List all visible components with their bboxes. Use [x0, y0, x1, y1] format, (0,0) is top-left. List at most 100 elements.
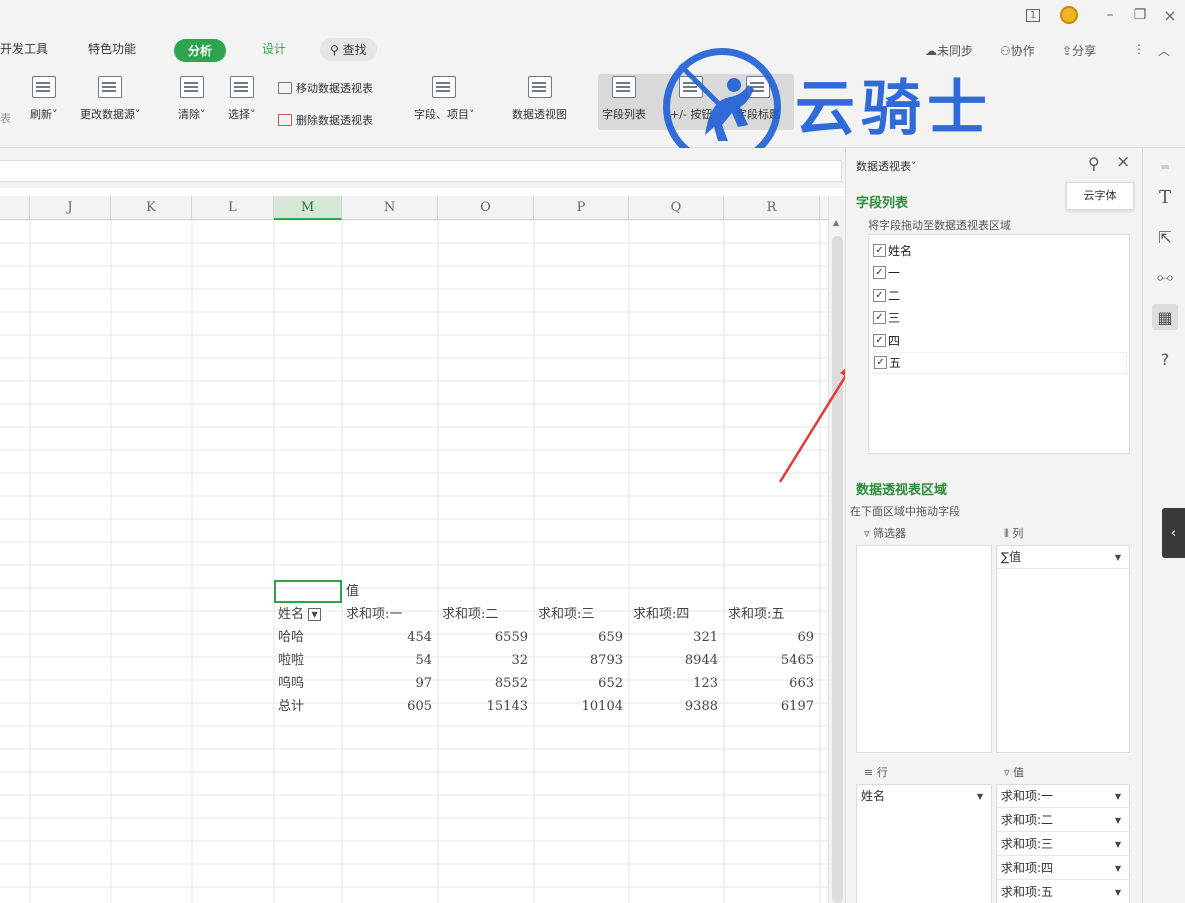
delete-pivot-button[interactable]: 删除数据透视表 [278, 112, 373, 128]
checkbox-icon[interactable]: ✓ [873, 266, 886, 279]
column-header-selected[interactable]: M [274, 196, 342, 220]
pivot-value-cell[interactable]: 652 [534, 672, 629, 695]
close-panel-icon[interactable]: × [1116, 152, 1130, 172]
tab-analyze[interactable]: 分析 [174, 39, 227, 62]
pivot-value-cell[interactable]: 8793 [534, 649, 629, 672]
tab-design[interactable]: 设计 [262, 40, 286, 57]
field-list-button[interactable]: 字段列表 [602, 76, 646, 122]
pivot-value-cell[interactable]: 6559 [438, 626, 534, 649]
pivot-value-cell[interactable]: 659 [534, 626, 629, 649]
field-item[interactable]: ✓ 姓名 [873, 239, 1127, 261]
pivot-value-cell[interactable]: 454 [342, 626, 438, 649]
column-header[interactable]: K [111, 196, 192, 220]
collaborate-button[interactable]: ⚇协作 [1000, 42, 1035, 59]
spreadsheet-grid[interactable]: J K L M N O P Q R 值 姓名 ▼ 求和项:一 求和项:二 求和项:… [0, 196, 828, 903]
cursor-icon[interactable]: ⇱ [1152, 224, 1178, 250]
row-area[interactable]: 姓名 ▼ [856, 784, 992, 903]
tab-special[interactable]: 特色功能 [88, 40, 136, 57]
pivot-header-name[interactable]: 姓名 ▼ [274, 603, 342, 626]
help-icon[interactable]: ? [1152, 346, 1178, 372]
checkbox-icon[interactable]: ✓ [874, 356, 887, 369]
field-item[interactable]: ✓ 三 [873, 307, 1127, 329]
checkbox-icon[interactable]: ✓ [873, 288, 886, 302]
pivot-value-cell[interactable]: 9388 [629, 695, 724, 718]
column-header[interactable]: P [534, 196, 629, 220]
select-button[interactable]: 选择˅ [228, 76, 256, 122]
pivot-value-cell[interactable]: 54 [342, 649, 438, 672]
pivot-row-name[interactable]: 总计 [274, 695, 342, 718]
pivot-value-cell[interactable]: 5465 [724, 649, 820, 672]
column-header-partial[interactable] [0, 196, 30, 220]
value-area[interactable]: 求和项:一 ▼ 求和项:二 ▼ 求和项:三 ▼ 求和项:四 ▼ 求和项:五 ▼ [996, 784, 1130, 903]
value-item-dropdown[interactable]: 求和项:二 ▼ [997, 809, 1129, 832]
field-item[interactable]: ✓ 一 [873, 262, 1127, 284]
field-headers-toggle[interactable]: 字段标题 [736, 76, 780, 122]
expand-buttons-toggle[interactable]: +/- 按钮 [670, 76, 712, 122]
more-icon[interactable]: ⋮ [1133, 42, 1145, 56]
pivot-row-name[interactable]: 啦啦 [274, 649, 342, 672]
restore-button[interactable]: ❐ [1130, 5, 1150, 25]
collapse-ribbon-icon[interactable]: ︿ [1158, 42, 1170, 59]
settings-sliders-icon[interactable]: ⧟ [1152, 264, 1178, 290]
active-cell[interactable] [274, 580, 342, 603]
field-item[interactable]: ✓ 二 [873, 284, 1127, 306]
scroll-up-icon[interactable]: ▲ [833, 218, 839, 227]
page-indicator-icon[interactable]: 1 [1020, 5, 1046, 25]
pivot-row-name[interactable]: 呜呜 [274, 672, 342, 695]
tab-dev-tools[interactable]: 开发工具 [0, 40, 48, 57]
close-button[interactable]: × [1160, 5, 1180, 25]
value-item-dropdown[interactable]: 求和项:一 ▼ [997, 785, 1129, 808]
pivot-value-cell[interactable]: 123 [629, 672, 724, 695]
row-item-dropdown[interactable]: 姓名 ▼ [857, 785, 991, 808]
column-header[interactable]: L [192, 196, 274, 220]
column-area[interactable]: ∑值 ▼ [996, 545, 1130, 753]
pivot-value-cell[interactable]: 97 [342, 672, 438, 695]
field-item[interactable]: ✓ 四 [873, 329, 1127, 351]
pivot-value-cell[interactable]: 15143 [438, 695, 534, 718]
checkbox-icon[interactable]: ✓ [873, 311, 886, 324]
refresh-button[interactable]: 刷新˅ [30, 76, 58, 122]
clear-button[interactable]: 清除˅ [178, 76, 206, 122]
formula-input[interactable] [0, 160, 842, 182]
vertical-scrollbar[interactable]: ▲ [828, 196, 845, 903]
pivot-value-cell[interactable]: 663 [724, 672, 820, 695]
avatar[interactable] [1056, 5, 1082, 25]
expand-panel-button[interactable]: ‹ [1162, 508, 1185, 558]
pivot-row-name[interactable]: 哈哈 [274, 626, 342, 649]
pivot-value-cell[interactable]: 69 [724, 626, 820, 649]
field-item[interactable]: ✓ 五 [873, 351, 1127, 374]
column-header[interactable]: R [724, 196, 820, 220]
pivot-panel-icon[interactable]: ▦ [1152, 304, 1178, 330]
pivot-value-cell[interactable]: 321 [629, 626, 724, 649]
filter-dropdown-icon[interactable]: ▼ [308, 608, 322, 621]
unsynced-button[interactable]: ☁未同步 [925, 42, 973, 59]
checkbox-icon[interactable]: ✓ [873, 243, 886, 257]
filter-area[interactable] [856, 545, 992, 753]
panel-title[interactable]: 数据透视表˅ [856, 158, 917, 174]
pin-icon[interactable]: ⚲ [1088, 154, 1100, 173]
column-header[interactable]: Q [629, 196, 724, 220]
fields-items-button[interactable]: 字段、项目˅ [414, 76, 475, 122]
share-button[interactable]: ⇪分享 [1062, 42, 1096, 59]
pivot-value-cell[interactable]: 10104 [534, 695, 629, 718]
pivot-value-cell[interactable]: 32 [438, 649, 534, 672]
move-pivot-button[interactable]: 移动数据透视表 [278, 80, 373, 96]
change-source-button[interactable]: 更改数据源˅ [80, 76, 141, 122]
tab-search[interactable]: ⚲ 查找 [320, 38, 377, 61]
checkbox-icon[interactable]: ✓ [873, 333, 886, 347]
pivot-value-cell[interactable]: 605 [342, 695, 438, 718]
pivot-chart-button[interactable]: 数据透视图 [512, 76, 567, 122]
scroll-thumb[interactable] [832, 236, 843, 903]
value-item-dropdown[interactable]: 求和项:三 ▼ [997, 833, 1129, 856]
value-item-dropdown[interactable]: 求和项:四 ▼ [997, 857, 1129, 880]
column-header[interactable]: N [342, 196, 438, 220]
pivot-value-cell[interactable]: 8552 [438, 672, 534, 695]
column-item-dropdown[interactable]: ∑值 ▼ [997, 546, 1129, 569]
pivot-value-cell[interactable]: 8944 [629, 649, 724, 672]
value-item-dropdown[interactable]: 求和项:五 ▼ [997, 881, 1129, 903]
pivot-value-cell[interactable]: 6197 [724, 695, 820, 718]
minimize-button[interactable]: – [1100, 5, 1120, 25]
column-header[interactable]: O [438, 196, 534, 220]
drag-handle-icon[interactable]: ═ [1152, 154, 1178, 180]
font-icon[interactable]: T [1152, 184, 1178, 210]
